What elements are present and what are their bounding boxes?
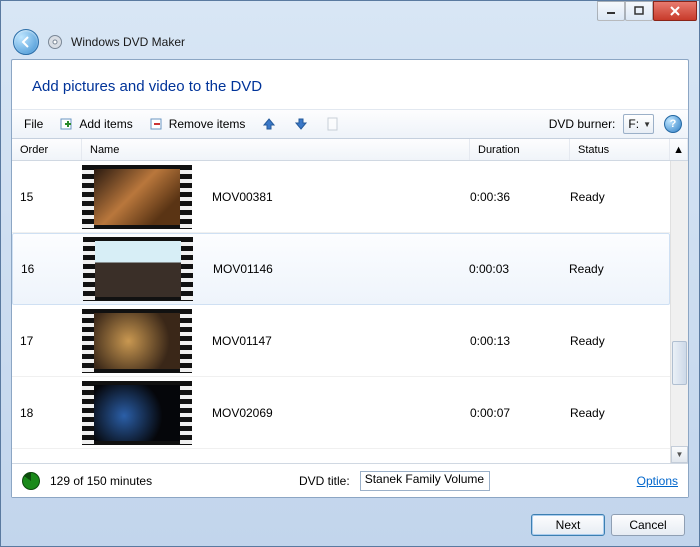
burner-label: DVD burner: xyxy=(549,117,616,131)
app-icon xyxy=(47,34,63,50)
list-body: 15MOV003810:00:36Ready16MOV011460:00:03R… xyxy=(12,161,688,463)
toolbar: File Add items Remove items DVD burner: … xyxy=(12,109,688,139)
cell-name: MOV01146 xyxy=(213,262,469,276)
add-icon xyxy=(59,116,75,132)
thumbnail xyxy=(82,165,192,229)
header-name[interactable]: Name xyxy=(82,139,470,160)
options-link[interactable]: Options xyxy=(637,474,678,488)
minutes-label: 129 of 150 minutes xyxy=(50,474,152,488)
close-button[interactable] xyxy=(653,1,697,21)
header-order[interactable]: Order xyxy=(12,139,82,160)
move-down-button[interactable] xyxy=(287,114,315,134)
header-status[interactable]: Status xyxy=(570,139,670,160)
thumbnail xyxy=(83,237,193,301)
cell-duration: 0:00:07 xyxy=(470,406,570,420)
arrow-down-icon xyxy=(293,116,309,132)
cell-status: Ready xyxy=(570,190,670,204)
disc-usage-icon xyxy=(22,472,40,490)
page-icon xyxy=(325,116,341,132)
list-item[interactable]: 18 MOV020690:00:07Ready xyxy=(12,377,670,449)
list-header: Order Name Duration Status ▲ xyxy=(12,139,688,161)
chevron-down-icon: ▼ xyxy=(643,120,651,129)
cell-name: MOV00381 xyxy=(212,190,470,204)
list-item[interactable]: 17 MOV011470:00:13Ready xyxy=(12,305,670,377)
cell-name: MOV01147 xyxy=(212,334,470,348)
properties-button[interactable] xyxy=(319,114,347,134)
page-heading: Add pictures and video to the DVD xyxy=(12,60,688,109)
cell-order: 15 xyxy=(12,190,82,204)
list-item[interactable]: 16 MOV011460:00:03Ready xyxy=(12,233,670,305)
title-bar xyxy=(1,1,699,27)
nav-row: Windows DVD Maker xyxy=(1,27,699,57)
cell-order: 18 xyxy=(12,406,82,420)
scrollbar-thumb[interactable] xyxy=(672,341,687,385)
cancel-button[interactable]: Cancel xyxy=(611,514,685,536)
maximize-button[interactable] xyxy=(625,1,653,21)
cell-status: Ready xyxy=(570,334,670,348)
cell-status: Ready xyxy=(569,262,669,276)
help-button[interactable]: ? xyxy=(664,115,682,133)
window: Windows DVD Maker Add pictures and video… xyxy=(0,0,700,547)
add-items-button[interactable]: Add items xyxy=(53,114,138,134)
scroll-down-button[interactable]: ▼ xyxy=(671,446,688,463)
list-item[interactable]: 15 MOV003810:00:36Ready xyxy=(12,161,670,233)
footer: Next Cancel xyxy=(1,504,699,546)
minimize-button[interactable] xyxy=(597,1,625,21)
scroll-up-button[interactable]: ▲ xyxy=(670,139,688,160)
remove-icon xyxy=(149,116,165,132)
cell-status: Ready xyxy=(570,406,670,420)
cell-duration: 0:00:36 xyxy=(470,190,570,204)
thumbnail xyxy=(82,381,192,445)
scrollbar[interactable]: ▼ xyxy=(670,161,688,463)
dvd-title-label: DVD title: xyxy=(299,474,350,488)
thumbnail xyxy=(82,309,192,373)
file-menu[interactable]: File xyxy=(18,115,49,133)
arrow-left-icon xyxy=(19,35,33,49)
dvd-title-input[interactable]: Stanek Family Volume xyxy=(360,471,490,491)
app-title: Windows DVD Maker xyxy=(71,35,185,49)
cell-duration: 0:00:03 xyxy=(469,262,569,276)
remove-items-button[interactable]: Remove items xyxy=(143,114,252,134)
back-button[interactable] xyxy=(13,29,39,55)
arrow-up-icon xyxy=(261,116,277,132)
cell-name: MOV02069 xyxy=(212,406,470,420)
next-button[interactable]: Next xyxy=(531,514,605,536)
move-up-button[interactable] xyxy=(255,114,283,134)
burner-select[interactable]: F: ▼ xyxy=(623,114,654,134)
bottom-bar: 129 of 150 minutes DVD title: Stanek Fam… xyxy=(12,463,688,497)
header-duration[interactable]: Duration xyxy=(470,139,570,160)
cell-order: 16 xyxy=(13,262,83,276)
cell-duration: 0:00:13 xyxy=(470,334,570,348)
cell-order: 17 xyxy=(12,334,82,348)
content-pane: Add pictures and video to the DVD File A… xyxy=(11,59,689,498)
